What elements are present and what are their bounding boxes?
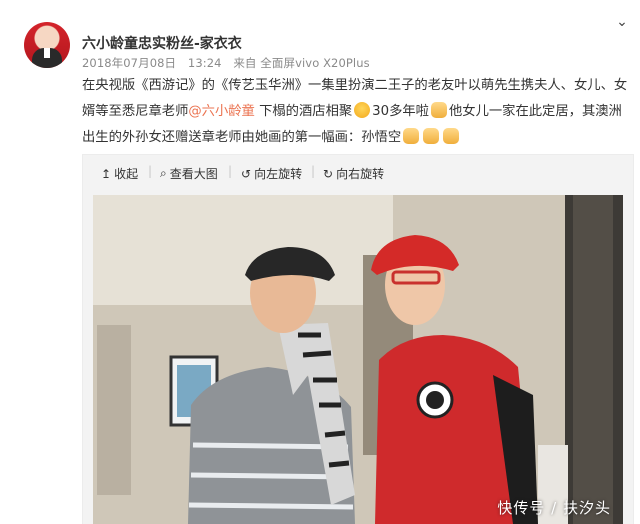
author-avatar[interactable] xyxy=(24,22,70,68)
media-toolbar: ↥ 收起 | ⌕ 查看大图 | ↺ 向左旋转 | ↻ 向右旋转 xyxy=(83,155,633,191)
handshake-emoji-icon xyxy=(403,128,420,144)
post-meta: 2018年07月08日 13:24 来自 全面屏vivo X20Plus xyxy=(82,55,378,71)
rotate-right-button[interactable]: ↻ 向右旋转 xyxy=(323,165,384,182)
toolbar-divider: | xyxy=(148,164,153,178)
post-text: 在央视版《西游记》的《传艺玉华洲》一集里扮演二王子的老友叶以萌先生携夫人、女儿、… xyxy=(82,73,632,151)
post-date[interactable]: 2018年07月08日 xyxy=(82,56,176,70)
door xyxy=(97,325,131,495)
mention-link[interactable]: @六小龄童 xyxy=(188,104,254,119)
post-photo[interactable]: 快传号 / 扶汐头 xyxy=(93,195,623,524)
view-large-label: 查看大图 xyxy=(169,167,218,181)
image-watermark: 快传号 / 扶汐头 xyxy=(497,499,611,517)
chevron-down-icon[interactable]: ⌄ xyxy=(614,14,630,30)
post-source: 来自 全面屏vivo X20Plus xyxy=(233,56,370,70)
rotate-left-label: 向左旋转 xyxy=(254,167,303,181)
jacket-badge-emblem xyxy=(426,391,444,409)
rotate-right-label: 向右旋转 xyxy=(336,167,385,181)
post-text-part: 下榻的酒店相聚 xyxy=(259,104,353,119)
media-viewer: ↥ 收起 | ⌕ 查看大图 | ↺ 向左旋转 | ↻ 向右旋转 快传号 / 扶汐… xyxy=(82,154,634,524)
toolbar-divider: | xyxy=(228,164,233,178)
grin-emoji-icon xyxy=(354,102,371,118)
collapse-icon: ↥ xyxy=(101,166,112,181)
author-name[interactable]: 六小龄童忠实粉丝-家衣衣 xyxy=(82,33,242,53)
rotate-left-icon: ↺ xyxy=(241,166,252,181)
photo-illustration xyxy=(93,195,623,524)
post-text-part: 30多年啦 xyxy=(372,104,429,119)
ceiling xyxy=(93,195,393,305)
magnifier-icon: ⌕ xyxy=(160,166,167,180)
ok-hand-emoji-icon xyxy=(423,128,440,144)
rotate-left-button[interactable]: ↺ 向左旋转 xyxy=(241,165,302,182)
curtain-pattern xyxy=(573,195,613,524)
victory-hand-emoji-icon xyxy=(443,128,460,144)
view-large-button[interactable]: ⌕ 查看大图 xyxy=(160,165,218,182)
collapse-button[interactable]: ↥ 收起 xyxy=(101,165,138,182)
avatar-shirt xyxy=(44,48,50,58)
rotate-right-icon: ↻ xyxy=(323,166,334,181)
collapse-label: 收起 xyxy=(114,167,139,181)
thumbs-up-emoji-icon xyxy=(430,102,447,118)
post-time[interactable]: 13:24 xyxy=(188,56,222,70)
toolbar-divider: | xyxy=(311,164,316,178)
